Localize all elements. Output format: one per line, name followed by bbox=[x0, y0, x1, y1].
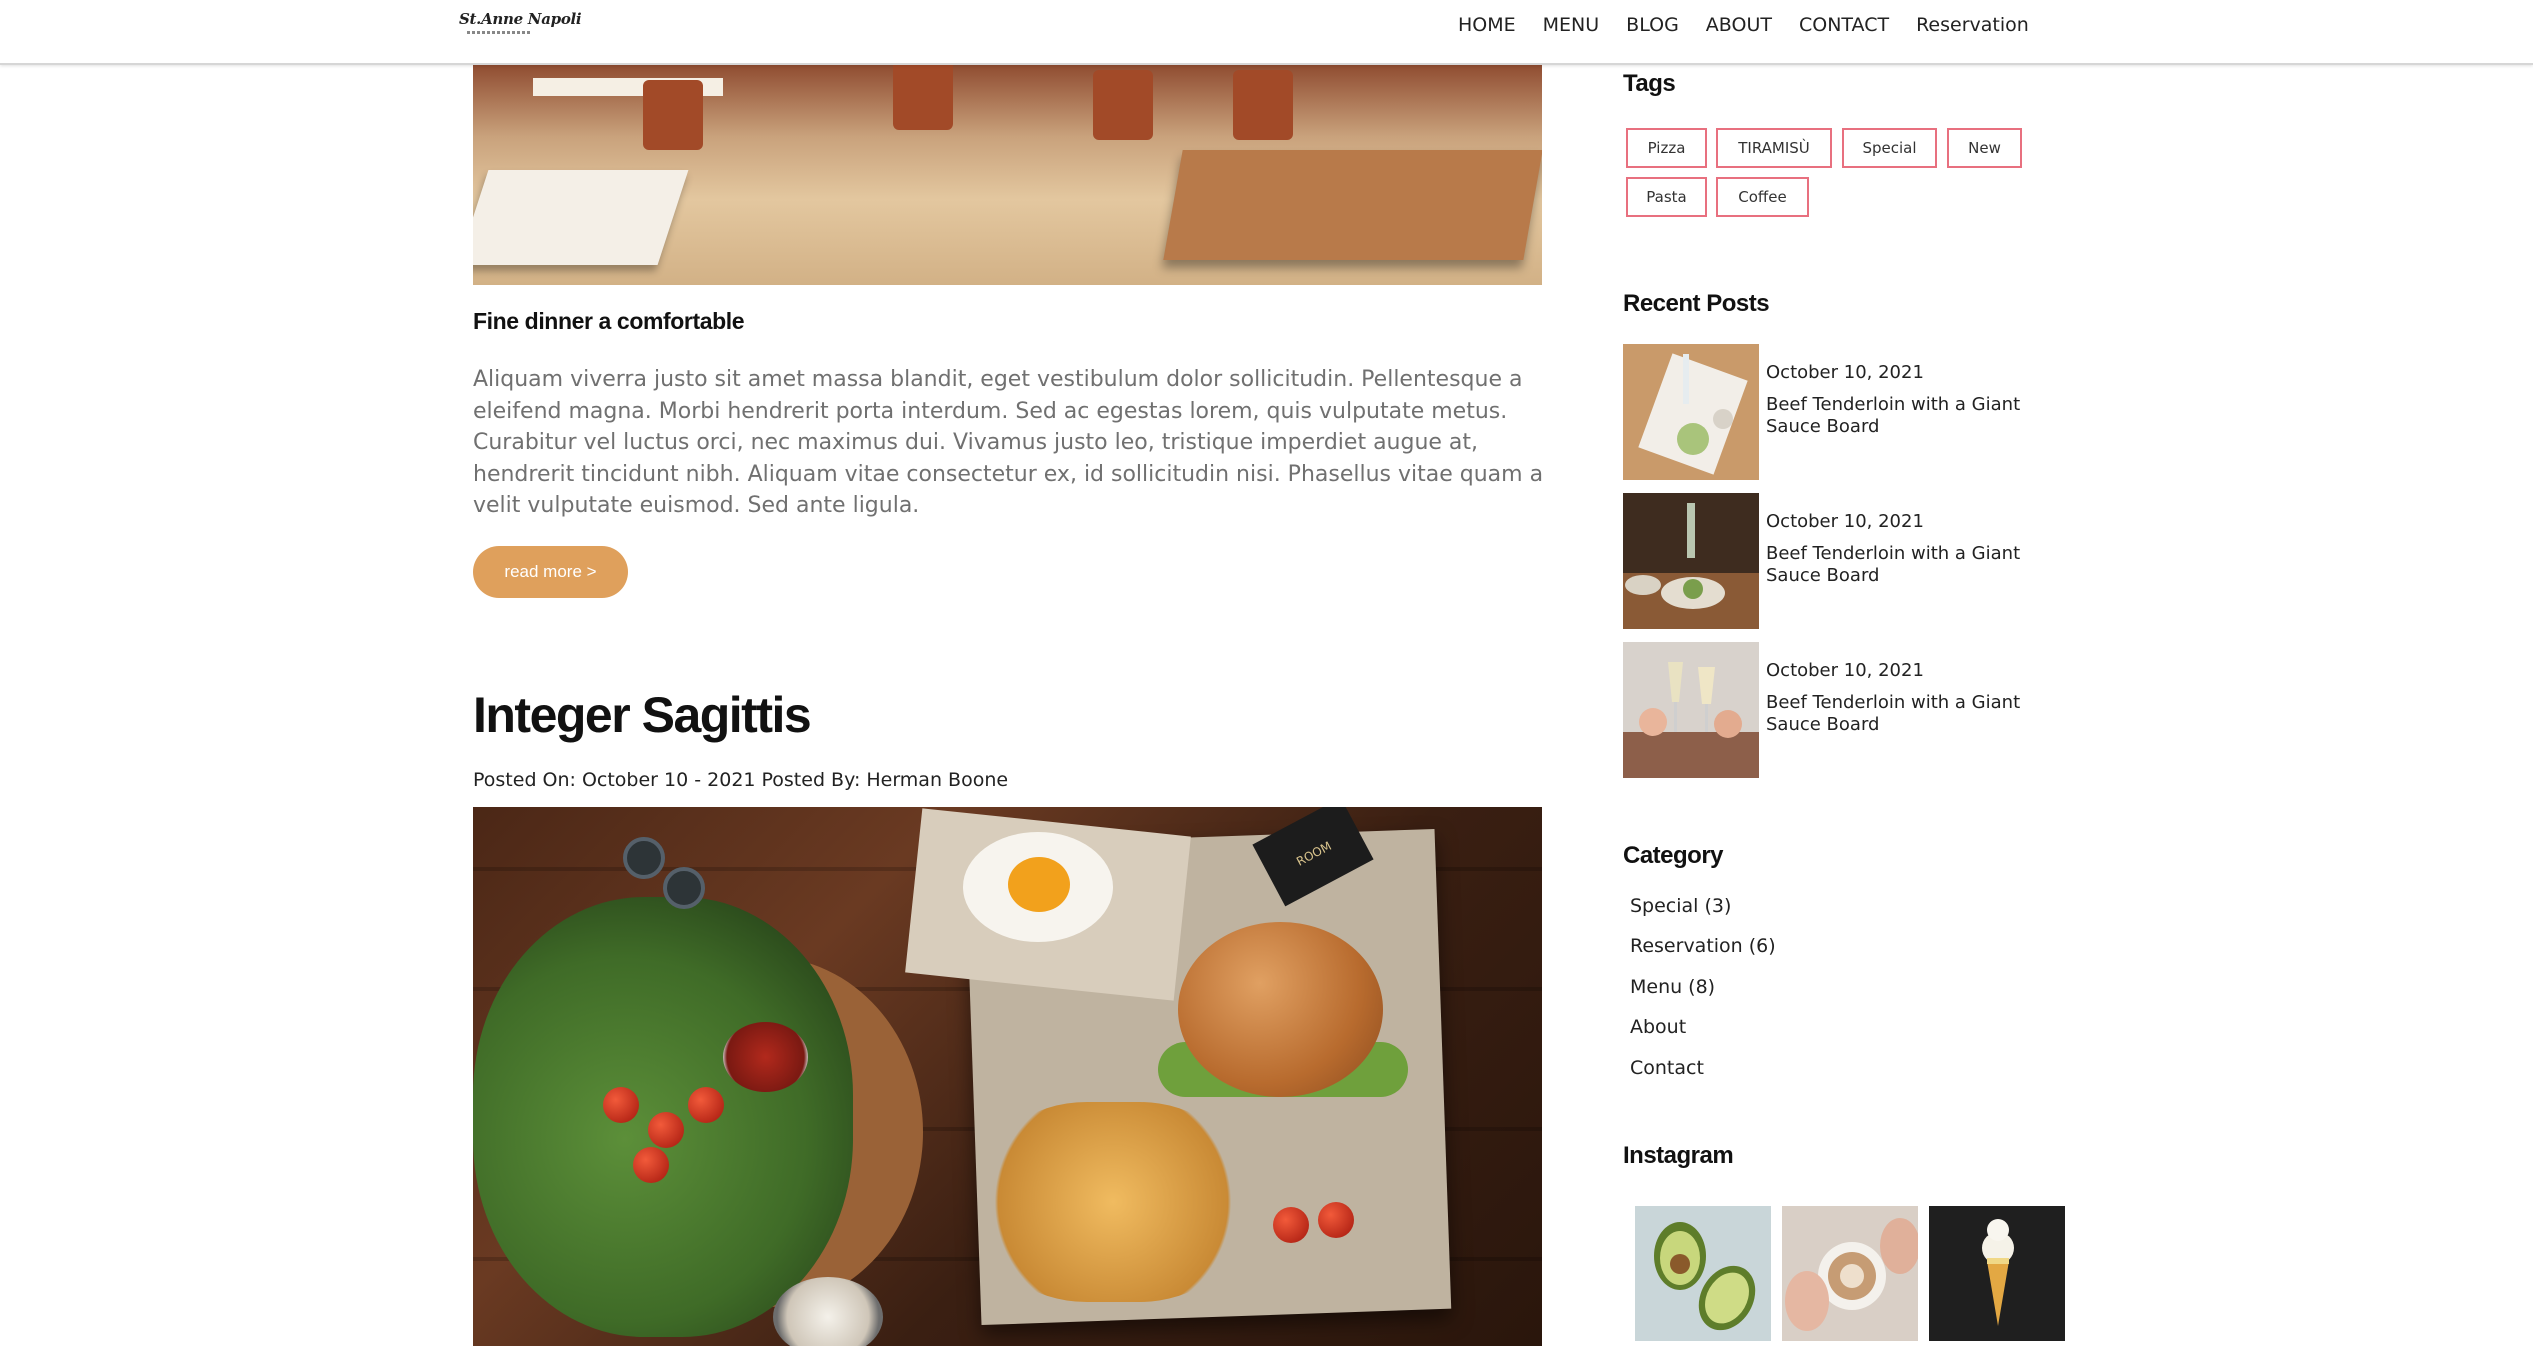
recent-post-date: October 10, 2021 bbox=[1766, 511, 1924, 532]
category-count: (6) bbox=[1748, 935, 1776, 957]
tag-coffee[interactable]: Coffee bbox=[1716, 177, 1809, 217]
image-flag-text: ROOM bbox=[1294, 838, 1334, 869]
recent-post-date: October 10, 2021 bbox=[1766, 660, 1924, 681]
category-special[interactable]: Special (3) bbox=[1630, 895, 1731, 917]
instagram-photo-icecream[interactable] bbox=[1929, 1206, 2065, 1341]
category-name: Reservation bbox=[1630, 935, 1743, 957]
image-sauce-bowl bbox=[723, 1022, 808, 1092]
image-table bbox=[473, 170, 689, 265]
nav-reservation[interactable]: Reservation bbox=[1916, 12, 2029, 38]
image-spice-jar bbox=[663, 867, 705, 909]
recent-post-thumbnail[interactable] bbox=[1623, 493, 1759, 629]
image-tomato bbox=[603, 1087, 639, 1123]
tag-new[interactable]: New bbox=[1947, 128, 2022, 168]
image-spice-jar bbox=[623, 837, 665, 879]
tag-special[interactable]: Special bbox=[1842, 128, 1937, 168]
tags-title: Tags bbox=[1623, 70, 1676, 97]
category-contact[interactable]: Contact bbox=[1630, 1057, 1710, 1079]
recent-post-item[interactable]: October 10, 2021 Beef Tenderloin with a … bbox=[1623, 642, 2063, 778]
image-burger-bun bbox=[1178, 922, 1383, 1097]
instagram-title: Instagram bbox=[1623, 1142, 1734, 1169]
recent-post-title[interactable]: Beef Tenderloin with a Giant Sauce Board bbox=[1766, 394, 2066, 438]
main-nav: HOME MENU BLOG ABOUT CONTACT Reservation bbox=[1458, 12, 2056, 38]
category-about[interactable]: About bbox=[1630, 1016, 1692, 1038]
post-excerpt: Aliquam viverra justo sit amet massa bla… bbox=[473, 367, 1544, 518]
category-name: Menu bbox=[1630, 976, 1683, 998]
recent-post-item[interactable]: October 10, 2021 Beef Tenderloin with a … bbox=[1623, 344, 2063, 480]
recent-post-title[interactable]: Beef Tenderloin with a Giant Sauce Board bbox=[1766, 543, 2066, 587]
category-name: Contact bbox=[1630, 1057, 1704, 1079]
image-table bbox=[1163, 150, 1542, 260]
image-chair bbox=[1233, 70, 1293, 140]
image-chair bbox=[893, 60, 953, 130]
post-author[interactable]: Herman Boone bbox=[866, 769, 1008, 791]
image-tomato bbox=[688, 1087, 724, 1123]
instagram-photo-avocado[interactable] bbox=[1635, 1206, 1771, 1341]
logo-tagline bbox=[467, 31, 531, 34]
category-name: About bbox=[1630, 1016, 1687, 1038]
recent-post-title[interactable]: Beef Tenderloin with a Giant Sauce Board bbox=[1766, 692, 2066, 736]
category-count: (3) bbox=[1704, 895, 1732, 917]
post-title[interactable]: Fine dinner a comfortable bbox=[473, 308, 745, 335]
image-chair bbox=[1093, 70, 1153, 140]
image-salt-bowl bbox=[773, 1277, 883, 1346]
read-more-button[interactable]: read more > bbox=[473, 546, 628, 598]
nav-blog[interactable]: BLOG bbox=[1626, 12, 1679, 38]
recent-post-thumbnail[interactable] bbox=[1623, 344, 1759, 480]
site-header: St.Anne Napoli HOME MENU BLOG ABOUT CONT… bbox=[0, 0, 2533, 65]
nav-home[interactable]: HOME bbox=[1458, 12, 1516, 38]
category-count: (8) bbox=[1688, 976, 1716, 998]
nav-about[interactable]: ABOUT bbox=[1706, 12, 1772, 38]
tag-tiramisu[interactable]: TIRAMISÙ bbox=[1716, 128, 1832, 168]
image-chair bbox=[643, 80, 703, 150]
recent-posts-title: Recent Posts bbox=[1623, 290, 1770, 317]
recent-post-date: October 10, 2021 bbox=[1766, 362, 1924, 383]
posted-on-label: Posted On: bbox=[473, 769, 576, 791]
tag-pasta[interactable]: Pasta bbox=[1626, 177, 1707, 217]
category-menu[interactable]: Menu (8) bbox=[1630, 976, 1715, 998]
image-yolk bbox=[1008, 857, 1070, 912]
nav-contact[interactable]: CONTACT bbox=[1799, 12, 1889, 38]
site-logo[interactable]: St.Anne Napoli bbox=[459, 10, 582, 40]
image-tomato bbox=[648, 1112, 684, 1148]
logo-text: St.Anne Napoli bbox=[459, 10, 582, 28]
tag-pizza[interactable]: Pizza bbox=[1626, 128, 1707, 168]
image-fries bbox=[983, 1102, 1243, 1302]
posted-by-label: Posted By: bbox=[761, 769, 861, 791]
nav-menu[interactable]: MENU bbox=[1543, 12, 1600, 38]
image-tomato bbox=[633, 1147, 669, 1183]
post-image-food[interactable]: ROOM bbox=[473, 807, 1542, 1346]
instagram-photo-coffee[interactable] bbox=[1782, 1206, 1918, 1341]
category-reservation[interactable]: Reservation (6) bbox=[1630, 935, 1776, 957]
posted-on-date: October 10 - 2021 bbox=[581, 769, 756, 791]
post-meta: Posted On: October 10 - 2021 Posted By: Her… bbox=[473, 769, 1014, 791]
image-tomato bbox=[1273, 1207, 1309, 1243]
category-title: Category bbox=[1623, 842, 1724, 869]
category-name: Special bbox=[1630, 895, 1699, 917]
post-title[interactable]: Integer Sagittis bbox=[473, 686, 812, 744]
recent-post-thumbnail[interactable] bbox=[1623, 642, 1759, 778]
recent-post-item[interactable]: October 10, 2021 Beef Tenderloin with a … bbox=[1623, 493, 2063, 629]
image-tomato bbox=[1318, 1202, 1354, 1238]
